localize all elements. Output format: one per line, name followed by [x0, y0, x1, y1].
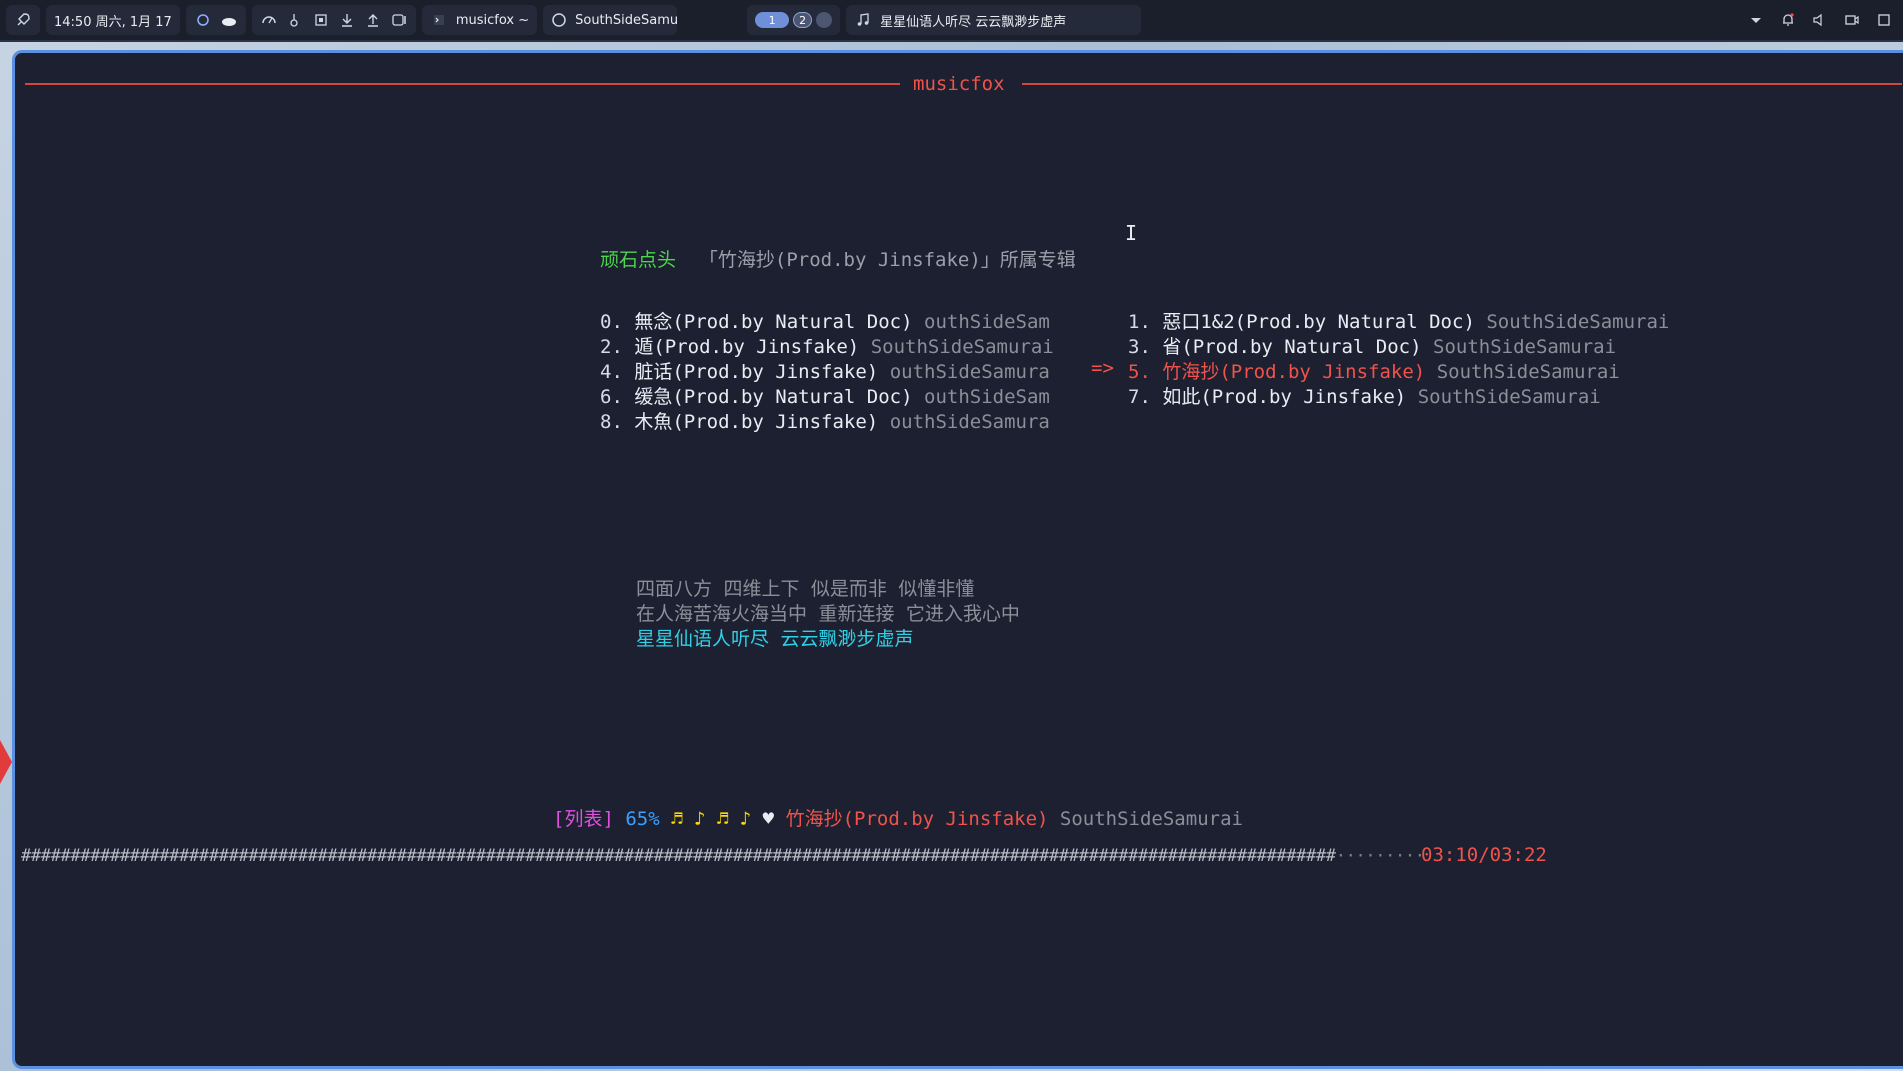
play-mode-tag[interactable]: [列表] — [553, 808, 614, 830]
bell-icon[interactable] — [1779, 11, 1797, 29]
heart-icon[interactable]: ♥ — [763, 808, 774, 830]
window-title-widget[interactable]: SouthSideSamurai — [543, 5, 678, 35]
item-number: 8. — [600, 411, 623, 433]
download-icon[interactable] — [338, 11, 356, 29]
song-title: 遁(Prod.by Jinsfake) — [634, 336, 860, 358]
current-song-artist: SouthSideSamurai — [1059, 808, 1243, 830]
item-number: 2. — [600, 336, 623, 358]
camera-icon[interactable] — [1843, 11, 1861, 29]
song-artist: SouthSideSamurai — [1433, 336, 1617, 358]
song-artist: outhSideSam — [924, 386, 1050, 408]
item-number: 1. — [1128, 311, 1151, 333]
song-title: 無念(Prod.by Natural Doc) — [634, 311, 913, 333]
song-title: 竹海抄(Prod.by Jinsfake) — [1162, 361, 1426, 383]
song-title: 省(Prod.by Natural Doc) — [1162, 336, 1422, 358]
active-app-label: musicfox ~ — [455, 12, 530, 28]
desktop-decoration — [0, 740, 12, 784]
top-panel: 14:50 周六, 1月 17 musicfox ~ SouthSideSamu… — [0, 0, 1903, 42]
memory-icon[interactable] — [312, 11, 330, 29]
song-artist: SouthSideSamurai — [1417, 386, 1601, 408]
now-playing-label: 星星仙语人听尽 云云飘渺步虚声 — [880, 14, 1067, 30]
song-artist: SouthSideSamurai — [870, 336, 1054, 358]
workspace-switcher: 1 2 — [747, 5, 841, 35]
workspace-2[interactable]: 2 — [793, 12, 813, 28]
title-rule-right — [1022, 83, 1902, 85]
progress-bar[interactable]: ########################################… — [21, 846, 1425, 866]
clock-text: 14:50 周六, 1月 17 — [54, 14, 172, 30]
temperature-icon[interactable] — [286, 11, 304, 29]
playback-time: 03:10/03:22 — [1421, 844, 1547, 866]
item-number: 7. — [1128, 386, 1151, 408]
list-item[interactable]: 4. 脏话(Prod.by Jinsfake) outhSideSamura — [600, 357, 1050, 384]
circle-icon — [551, 11, 567, 29]
progress-remaining: ········· — [1335, 846, 1425, 866]
album-header: 顽石点头 「竹海抄(Prod.by Jinsfake)」所属专辑 — [600, 245, 1076, 272]
item-number: 6. — [600, 386, 623, 408]
song-title: 缓急(Prod.by Natural Doc) — [634, 386, 913, 408]
list-item[interactable]: 1. 惡口1&2(Prod.by Natural Doc) SouthSideS… — [1128, 307, 1669, 334]
workspace-3[interactable] — [816, 12, 833, 28]
clock-widget[interactable]: 14:50 周六, 1月 17 — [46, 5, 180, 35]
list-item[interactable]: 0. 無念(Prod.by Natural Doc) outhSideSam — [600, 307, 1050, 334]
song-artist: outhSideSam — [924, 311, 1050, 333]
item-number: 3. — [1128, 336, 1151, 358]
lyric-line-current: 星星仙语人听尽 云云飘渺步虚声 — [636, 628, 914, 650]
list-item[interactable]: 2. 遁(Prod.by Jinsfake) SouthSideSamurai — [600, 332, 1054, 359]
current-song-title: 竹海抄(Prod.by Jinsfake) — [785, 808, 1049, 830]
volume-level[interactable]: 65% — [625, 808, 659, 830]
item-number: 5. — [1128, 361, 1151, 383]
workspace-1[interactable]: 1 — [755, 12, 790, 28]
song-artist: SouthSideSamurai — [1436, 361, 1620, 383]
power-icon[interactable] — [1875, 11, 1893, 29]
terminal-app-icon — [430, 11, 448, 29]
header-artist: 顽石点头 — [600, 249, 677, 271]
selection-arrow: => — [1091, 357, 1114, 379]
list-item[interactable]: 7. 如此(Prod.by Jinsfake) SouthSideSamurai — [1128, 382, 1601, 409]
lyric-line-prev1: 在人海苦海火海当中 重新连接 它进入我心中 — [636, 603, 1020, 625]
list-item[interactable]: 8. 木魚(Prod.by Jinsfake) outhSideSamura — [600, 407, 1050, 434]
cpu-gauge-icon[interactable] — [260, 11, 278, 29]
cloud-icon[interactable] — [220, 11, 238, 29]
item-number: 4. — [600, 361, 623, 383]
header-album: 「竹海抄(Prod.by Jinsfake)」所属专辑 — [698, 249, 1076, 271]
song-artist: SouthSideSamurai — [1486, 311, 1670, 333]
launcher-group — [6, 5, 40, 35]
music-note-icon — [854, 11, 872, 29]
song-title: 惡口1&2(Prod.by Natural Doc) — [1162, 311, 1475, 333]
music-notes-icon: ♬ ♪ ♬ ♪ — [671, 808, 752, 830]
app-title: musicfox — [913, 73, 1005, 95]
text-cursor-icon: I — [1125, 221, 1138, 245]
title-rule-left — [25, 83, 900, 85]
list-item[interactable]: 3. 省(Prod.by Natural Doc) SouthSideSamur… — [1128, 332, 1616, 359]
volume-icon[interactable] — [1811, 11, 1829, 29]
window-title-label: SouthSideSamurai — [575, 12, 678, 28]
terminal-window[interactable]: musicfox I 顽石点头 「竹海抄(Prod.by Jinsfake)」所… — [12, 50, 1903, 1069]
song-artist: outhSideSamura — [889, 411, 1050, 433]
list-item-selected[interactable]: 5. 竹海抄(Prod.by Jinsfake) SouthSideSamura… — [1128, 357, 1620, 384]
upload-icon[interactable] — [364, 11, 382, 29]
song-title: 木魚(Prod.by Jinsfake) — [634, 411, 879, 433]
item-number: 0. — [600, 311, 623, 333]
song-title: 脏话(Prod.by Jinsfake) — [634, 361, 879, 383]
system-monitors — [251, 5, 416, 35]
weather-icon[interactable] — [194, 11, 212, 29]
status-line: [列表] 65% ♬ ♪ ♬ ♪ ♥ 竹海抄(Prod.by Jinsfake)… — [553, 804, 1243, 831]
tray-right — [1747, 11, 1903, 29]
chevron-down-icon[interactable] — [1747, 11, 1765, 29]
lyric-line-prev2: 四面八方 四维上下 似是而非 似懂非懂 — [636, 578, 975, 600]
tray-left — [185, 5, 246, 35]
rocket-icon[interactable] — [14, 11, 32, 29]
progress-played: ########################################… — [21, 846, 1336, 866]
active-app[interactable]: musicfox ~ — [421, 5, 538, 35]
media-widget[interactable]: 星星仙语人听尽 云云飘渺步虚声 — [846, 5, 1142, 35]
list-item[interactable]: 6. 缓急(Prod.by Natural Doc) outhSideSam — [600, 382, 1050, 409]
song-artist: outhSideSamura — [889, 361, 1050, 383]
song-title: 如此(Prod.by Jinsfake) — [1162, 386, 1407, 408]
disk-icon[interactable] — [390, 11, 408, 29]
